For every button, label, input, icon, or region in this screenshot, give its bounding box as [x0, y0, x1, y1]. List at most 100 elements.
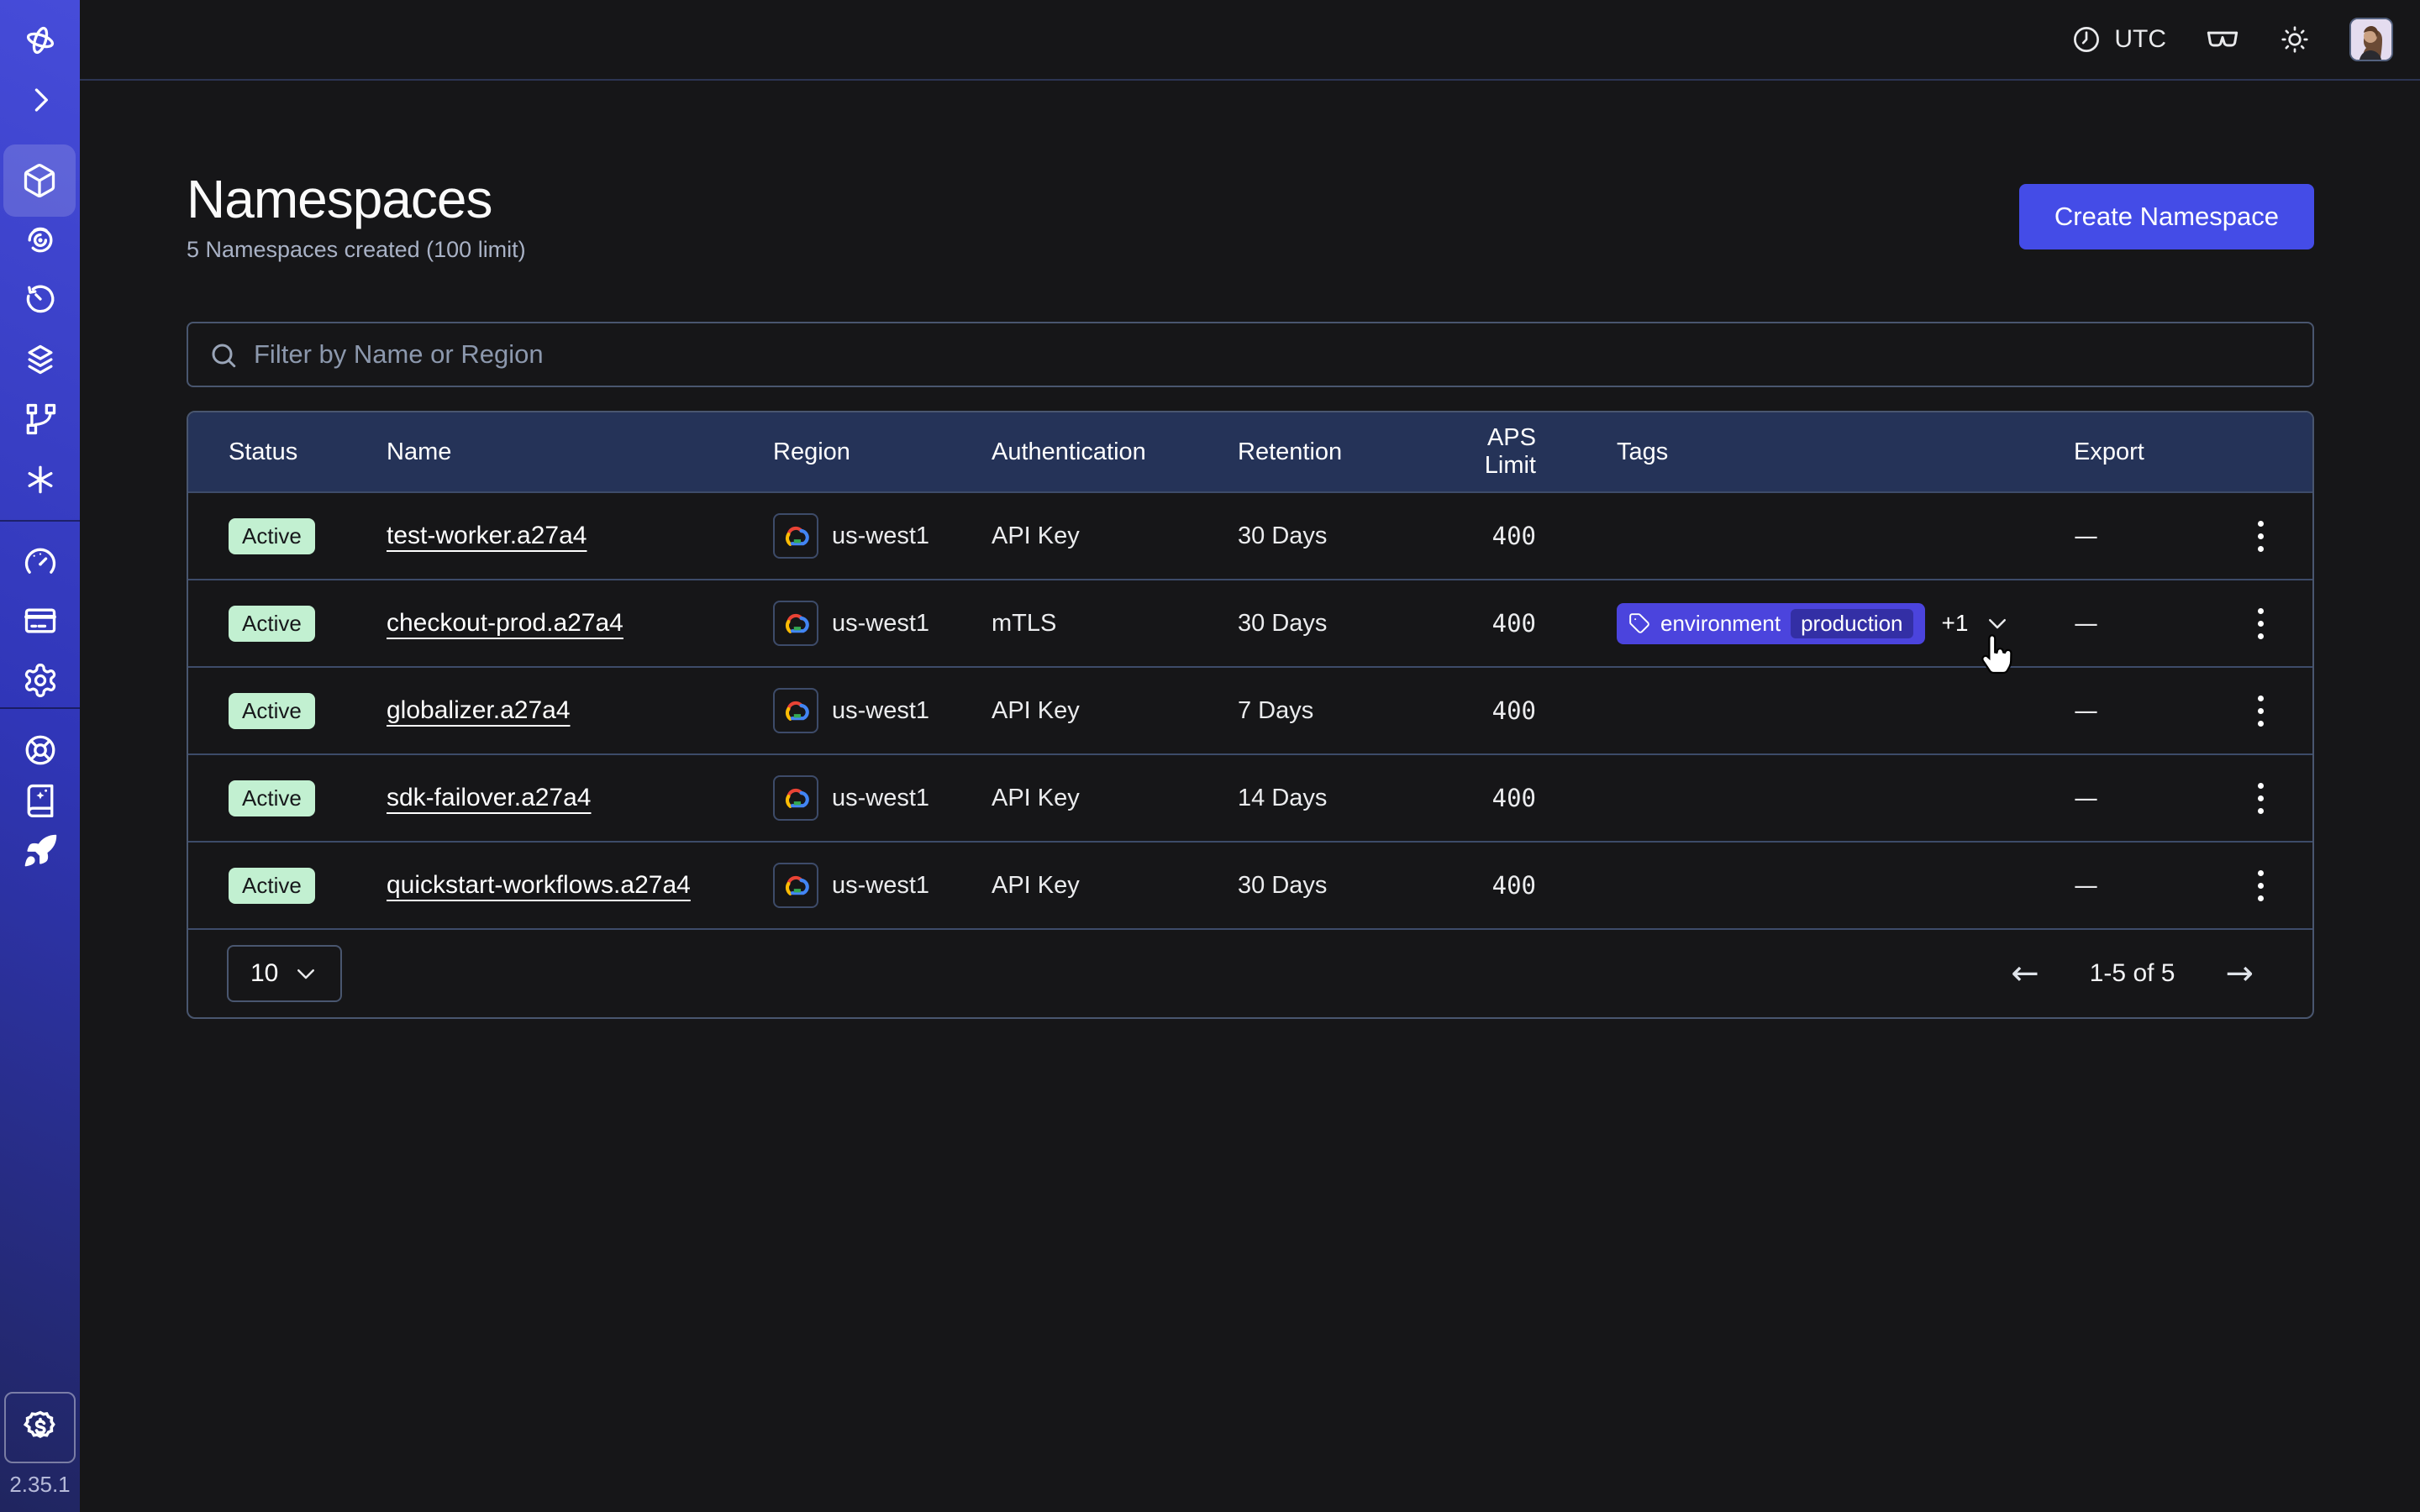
sidebar-item-schedules[interactable]	[0, 281, 80, 318]
region-cell: us-west1	[773, 775, 992, 821]
table-footer: 10 ← 1-5 of 5 →	[188, 928, 2312, 1017]
getting-started-rocket-icon	[22, 832, 59, 869]
gcp-icon	[780, 782, 812, 814]
row-actions-menu-button[interactable]	[2244, 870, 2277, 901]
region-label: us-west1	[832, 522, 929, 550]
retention-cell: 14 Days	[1238, 785, 1431, 812]
usage-gauge-icon	[22, 543, 59, 580]
gcp-icon	[780, 695, 812, 727]
pagination-range: 1-5 of 5	[2090, 959, 2175, 988]
page-subtitle: 5 Namespaces created (100 limit)	[187, 237, 526, 263]
region-cell: us-west1	[773, 601, 992, 646]
app-version: 2.35.1	[0, 1472, 80, 1498]
table-row: Active quickstart-workflows.a27a4 us-wes…	[188, 841, 2312, 928]
auth-cell: API Key	[992, 522, 1238, 550]
support-lifebuoy-icon	[22, 732, 59, 769]
temporal-logo[interactable]	[0, 22, 80, 59]
column-header-tags: Tags	[1536, 438, 2074, 466]
gcp-icon	[780, 520, 812, 552]
tags-expand-chevron-icon[interactable]	[1985, 611, 2010, 636]
chevron-down-icon	[293, 961, 318, 986]
auth-cell: API Key	[992, 872, 1238, 900]
page-size-value: 10	[250, 959, 278, 988]
search-icon	[208, 340, 239, 370]
namespaces-cube-icon	[21, 162, 58, 199]
namespace-link[interactable]: globalizer.a27a4	[387, 696, 571, 724]
expand-chevron-icon[interactable]	[0, 81, 80, 118]
aps-limit-cell: 400	[1431, 871, 1536, 900]
timezone-selector[interactable]: UTC	[2070, 24, 2166, 55]
gcp-icon	[773, 601, 818, 646]
aps-limit-cell: 400	[1431, 609, 1536, 638]
status-badge: Active	[229, 693, 315, 729]
tag-key: environment	[1660, 611, 1781, 637]
aps-limit-cell: 400	[1431, 696, 1536, 725]
deployments-stack-icon	[22, 341, 59, 378]
tag-value: production	[1791, 609, 1912, 638]
export-cell: —	[2074, 522, 2208, 550]
previous-page-button[interactable]: ←	[2011, 957, 2039, 990]
gcp-icon	[773, 863, 818, 908]
sidebar-item-namespaces[interactable]	[3, 144, 76, 217]
filter-input[interactable]	[187, 322, 2314, 387]
gcp-icon	[773, 775, 818, 821]
sidebar-item-getting-started[interactable]	[0, 832, 80, 869]
column-header-authentication: Authentication	[992, 438, 1238, 466]
sidebar-item-settings[interactable]	[0, 662, 80, 699]
sidebar: 2.35.1	[0, 0, 80, 1512]
retention-cell: 30 Days	[1238, 872, 1431, 900]
sidebar-item-billing[interactable]	[0, 602, 80, 639]
page-header: Namespaces 5 Namespaces created (100 lim…	[187, 170, 2314, 263]
user-avatar[interactable]	[2349, 18, 2393, 61]
docs-book-icon	[22, 782, 59, 819]
billing-card-icon	[22, 602, 59, 639]
nexus-branch-icon	[22, 401, 59, 438]
export-cell: —	[2074, 609, 2208, 638]
region-cell: us-west1	[773, 863, 992, 908]
sidebar-divider	[0, 707, 80, 709]
row-actions-menu-button[interactable]	[2244, 696, 2277, 727]
auth-cell: API Key	[992, 697, 1238, 725]
region-label: us-west1	[832, 697, 929, 725]
table-row: Active test-worker.a27a4 us-west1 API Ke…	[188, 491, 2312, 579]
page-size-select[interactable]: 10	[227, 945, 342, 1002]
column-header-export: Export	[2074, 438, 2208, 466]
column-header-region: Region	[773, 438, 992, 466]
row-actions-menu-button[interactable]	[2244, 521, 2277, 552]
tag-more-count: +1	[1942, 610, 1969, 637]
sidebar-item-usage[interactable]	[0, 543, 80, 580]
column-header-name: Name	[387, 438, 773, 466]
sidebar-item-support[interactable]	[0, 732, 80, 769]
create-namespace-button[interactable]: Create Namespace	[2019, 184, 2314, 249]
sidebar-item-nexus[interactable]	[0, 401, 80, 438]
topbar: UTC	[80, 0, 2420, 81]
theme-toggle-button[interactable]	[2279, 24, 2311, 55]
labs-glasses-button[interactable]	[2205, 22, 2240, 57]
namespace-link[interactable]: sdk-failover.a27a4	[387, 784, 592, 811]
region-label: us-west1	[832, 785, 929, 812]
schedules-timer-icon	[22, 281, 59, 318]
retention-cell: 7 Days	[1238, 697, 1431, 725]
table-row: Active checkout-prod.a27a4 us-west1 mTLS…	[188, 579, 2312, 666]
namespace-link[interactable]: quickstart-workflows.a27a4	[387, 871, 691, 899]
namespace-link[interactable]: checkout-prod.a27a4	[387, 609, 623, 637]
sidebar-item-docs[interactable]	[0, 782, 80, 819]
region-cell: us-west1	[773, 688, 992, 733]
row-actions-menu-button[interactable]	[2244, 783, 2277, 814]
credits-button[interactable]	[4, 1392, 76, 1463]
gcp-icon	[773, 688, 818, 733]
column-header-aps-limit: APS Limit	[1431, 424, 1536, 480]
namespace-link[interactable]: test-worker.a27a4	[387, 522, 587, 549]
status-badge: Active	[229, 868, 315, 904]
next-page-button[interactable]: →	[2225, 957, 2254, 990]
sidebar-item-deployments[interactable]	[0, 341, 80, 378]
workflows-spiral-icon	[22, 221, 59, 258]
sidebar-item-workflows[interactable]	[0, 221, 80, 258]
sidebar-item-batch[interactable]	[0, 461, 80, 498]
row-actions-menu-button[interactable]	[2244, 608, 2277, 639]
status-badge: Active	[229, 606, 315, 642]
aps-limit-cell: 400	[1431, 784, 1536, 812]
main-content: Namespaces 5 Namespaces created (100 lim…	[80, 82, 2420, 1512]
tag-badge[interactable]: environment production	[1617, 603, 1925, 644]
avatar-image	[2351, 19, 2391, 60]
